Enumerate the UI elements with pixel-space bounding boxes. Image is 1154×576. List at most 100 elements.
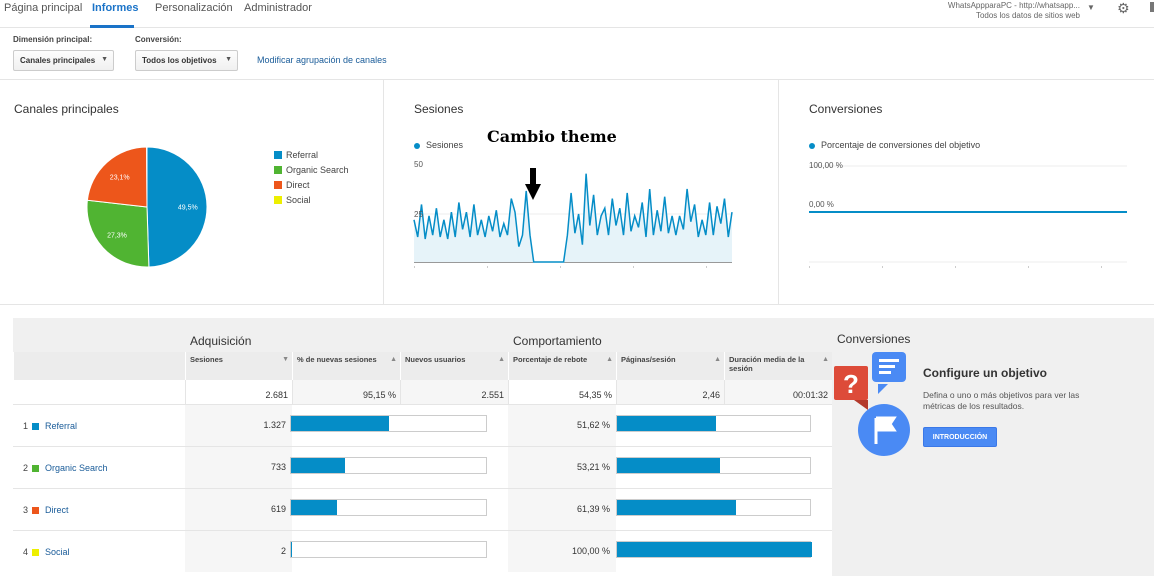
pie-legend: Referral Organic Search Direct Social <box>274 148 349 208</box>
introduction-button[interactable]: INTRODUCCIÓN <box>923 427 997 447</box>
conversion-value: Todos los objetivos <box>142 56 217 65</box>
channel-link[interactable]: Referral <box>45 421 77 431</box>
tab-reports[interactable]: Informes <box>92 2 138 14</box>
account-selector[interactable]: WhatsAppparaPC - http://whatsapp... Todo… <box>948 1 1080 21</box>
chevron-down-icon: ▼ <box>101 56 108 63</box>
bar-track <box>616 457 811 474</box>
row-new-sessions-bar-cell <box>290 447 508 488</box>
col-label: % de nuevas sesiones <box>297 355 377 364</box>
col-header-pages[interactable]: Páginas/sesión ▲ <box>616 352 724 380</box>
bar-track <box>290 499 487 516</box>
group-header-behavior: Comportamiento <box>508 318 832 352</box>
gear-icon[interactable]: ⚙ <box>1117 0 1130 17</box>
row-pages-bar-cell <box>616 447 832 488</box>
sort-icon: ▲ <box>606 356 613 363</box>
total-bounce: 54,35 % <box>508 380 616 404</box>
row-rank: 1 <box>23 421 29 431</box>
swatch-referral <box>274 151 282 159</box>
bar-track <box>616 415 811 432</box>
row-channel: 1 Referral <box>13 405 185 446</box>
channel-swatch <box>32 423 40 430</box>
help-icon[interactable] <box>1150 2 1154 12</box>
bar-fill <box>617 500 736 515</box>
legend-label: Organic Search <box>286 165 349 175</box>
bar-track <box>290 457 487 474</box>
table-row: 4 Social 2 100,00 % <box>13 530 832 572</box>
dimension-dropdown[interactable]: Canales principales ▼ <box>13 50 114 71</box>
row-channel: 3 Direct <box>13 489 185 530</box>
conversions-panel: Conversiones Porcentaje de conversiones … <box>779 80 1154 304</box>
legend-label: Social <box>286 195 311 205</box>
total-sessions: 2.681 <box>185 380 292 404</box>
annotation-text: Cambio theme <box>487 127 617 146</box>
col-header-sessions[interactable]: Sesiones ▼ <box>185 352 292 380</box>
bar-track <box>616 499 811 516</box>
legend-dot <box>414 142 420 149</box>
legend-item-referral[interactable]: Referral <box>274 148 349 163</box>
table-corner <box>13 318 185 352</box>
row-new-sessions-bar-cell <box>290 531 508 572</box>
row-bounce: 61,39 % <box>508 489 616 530</box>
conversions-sidebar: Conversiones ? Configure un objetivo Def… <box>832 318 1154 576</box>
total-duration: 00:01:32 <box>724 380 832 404</box>
row-channel: 2 Organic Search <box>13 447 185 488</box>
top-nav: Página principal Informes Personalizació… <box>0 0 1154 28</box>
table-row: 3 Direct 619 61,39 % <box>13 488 832 530</box>
sort-icon: ▲ <box>714 356 721 363</box>
row-channel: 4 Social <box>13 531 185 572</box>
tab-home[interactable]: Página principal <box>4 2 82 14</box>
channel-link[interactable]: Social <box>45 547 70 557</box>
sessions-title: Sesiones <box>414 102 464 116</box>
table-row: 1 Referral 1.327 51,62 % <box>13 404 832 446</box>
tab-customization[interactable]: Personalización <box>155 2 233 14</box>
swatch-social <box>274 196 282 204</box>
bar-fill <box>617 416 717 431</box>
swatch-direct <box>274 181 282 189</box>
filter-bar: Dimensión principal: Canales principales… <box>0 28 1154 80</box>
conversions-legend: Porcentaje de conversiones del objetivo <box>809 140 980 150</box>
row-sessions: 1.327 <box>185 405 292 446</box>
legend-item-direct[interactable]: Direct <box>274 178 349 193</box>
total-new-users: 2.551 <box>400 380 508 404</box>
arrow-down-icon <box>525 168 541 200</box>
row-sessions: 619 <box>185 489 292 530</box>
row-bounce: 53,21 % <box>508 447 616 488</box>
channel-swatch <box>32 507 40 514</box>
row-rank: 3 <box>23 505 29 515</box>
col-header-duration[interactable]: Duración media de la sesión ▲ <box>724 352 832 380</box>
chevron-down-icon[interactable]: ▼ <box>1087 3 1095 12</box>
row-bounce: 51,62 % <box>508 405 616 446</box>
channel-link[interactable]: Direct <box>45 505 69 515</box>
col-label: Páginas/sesión <box>621 355 676 364</box>
tab-admin[interactable]: Administrador <box>244 2 312 14</box>
bar-track <box>290 415 487 432</box>
col-header-new-users[interactable]: Nuevos usuarios ▲ <box>400 352 508 380</box>
row-new-sessions-bar-cell <box>290 405 508 446</box>
pie-data-label: 27,3% <box>107 233 127 240</box>
pie-data-label: 23,1% <box>110 175 130 182</box>
bar-fill <box>291 416 389 431</box>
col-label: Duración media de la sesión <box>729 355 805 373</box>
legend-item-organic[interactable]: Organic Search <box>274 163 349 178</box>
table-row: 2 Organic Search 733 53,21 % <box>13 446 832 488</box>
channels-table: Adquisición Comportamiento Sesiones ▼ % d… <box>13 318 832 576</box>
total-pages: 2,46 <box>616 380 724 404</box>
section-divider <box>0 304 1154 305</box>
conversion-label: Conversión: <box>135 35 182 44</box>
dimension-label: Dimensión principal: <box>13 35 93 44</box>
col-header-new-sessions[interactable]: % de nuevas sesiones ▲ <box>292 352 400 380</box>
y-tick-label: 25 <box>414 210 423 219</box>
col-label: Sesiones <box>190 355 223 364</box>
row-pages-bar-cell <box>616 531 832 572</box>
conversion-dropdown[interactable]: Todos los objetivos ▼ <box>135 50 238 71</box>
configure-goal-heading: Configure un objetivo <box>923 366 1047 380</box>
channels-pie-chart: 49,5% 27,3% 23,1% <box>86 146 208 268</box>
col-header-bounce[interactable]: Porcentaje de rebote ▲ <box>508 352 616 380</box>
modify-grouping-link[interactable]: Modificar agrupación de canales <box>257 55 387 65</box>
sort-icon: ▲ <box>822 356 829 363</box>
channels-panel: Canales principales 49,5% 27,3% 23,1% Refe… <box>0 80 384 304</box>
channel-link[interactable]: Organic Search <box>45 463 108 473</box>
col-label: Porcentaje de rebote <box>513 355 588 364</box>
legend-item-social[interactable]: Social <box>274 193 349 208</box>
group-header-acquisition: Adquisición <box>185 318 508 352</box>
